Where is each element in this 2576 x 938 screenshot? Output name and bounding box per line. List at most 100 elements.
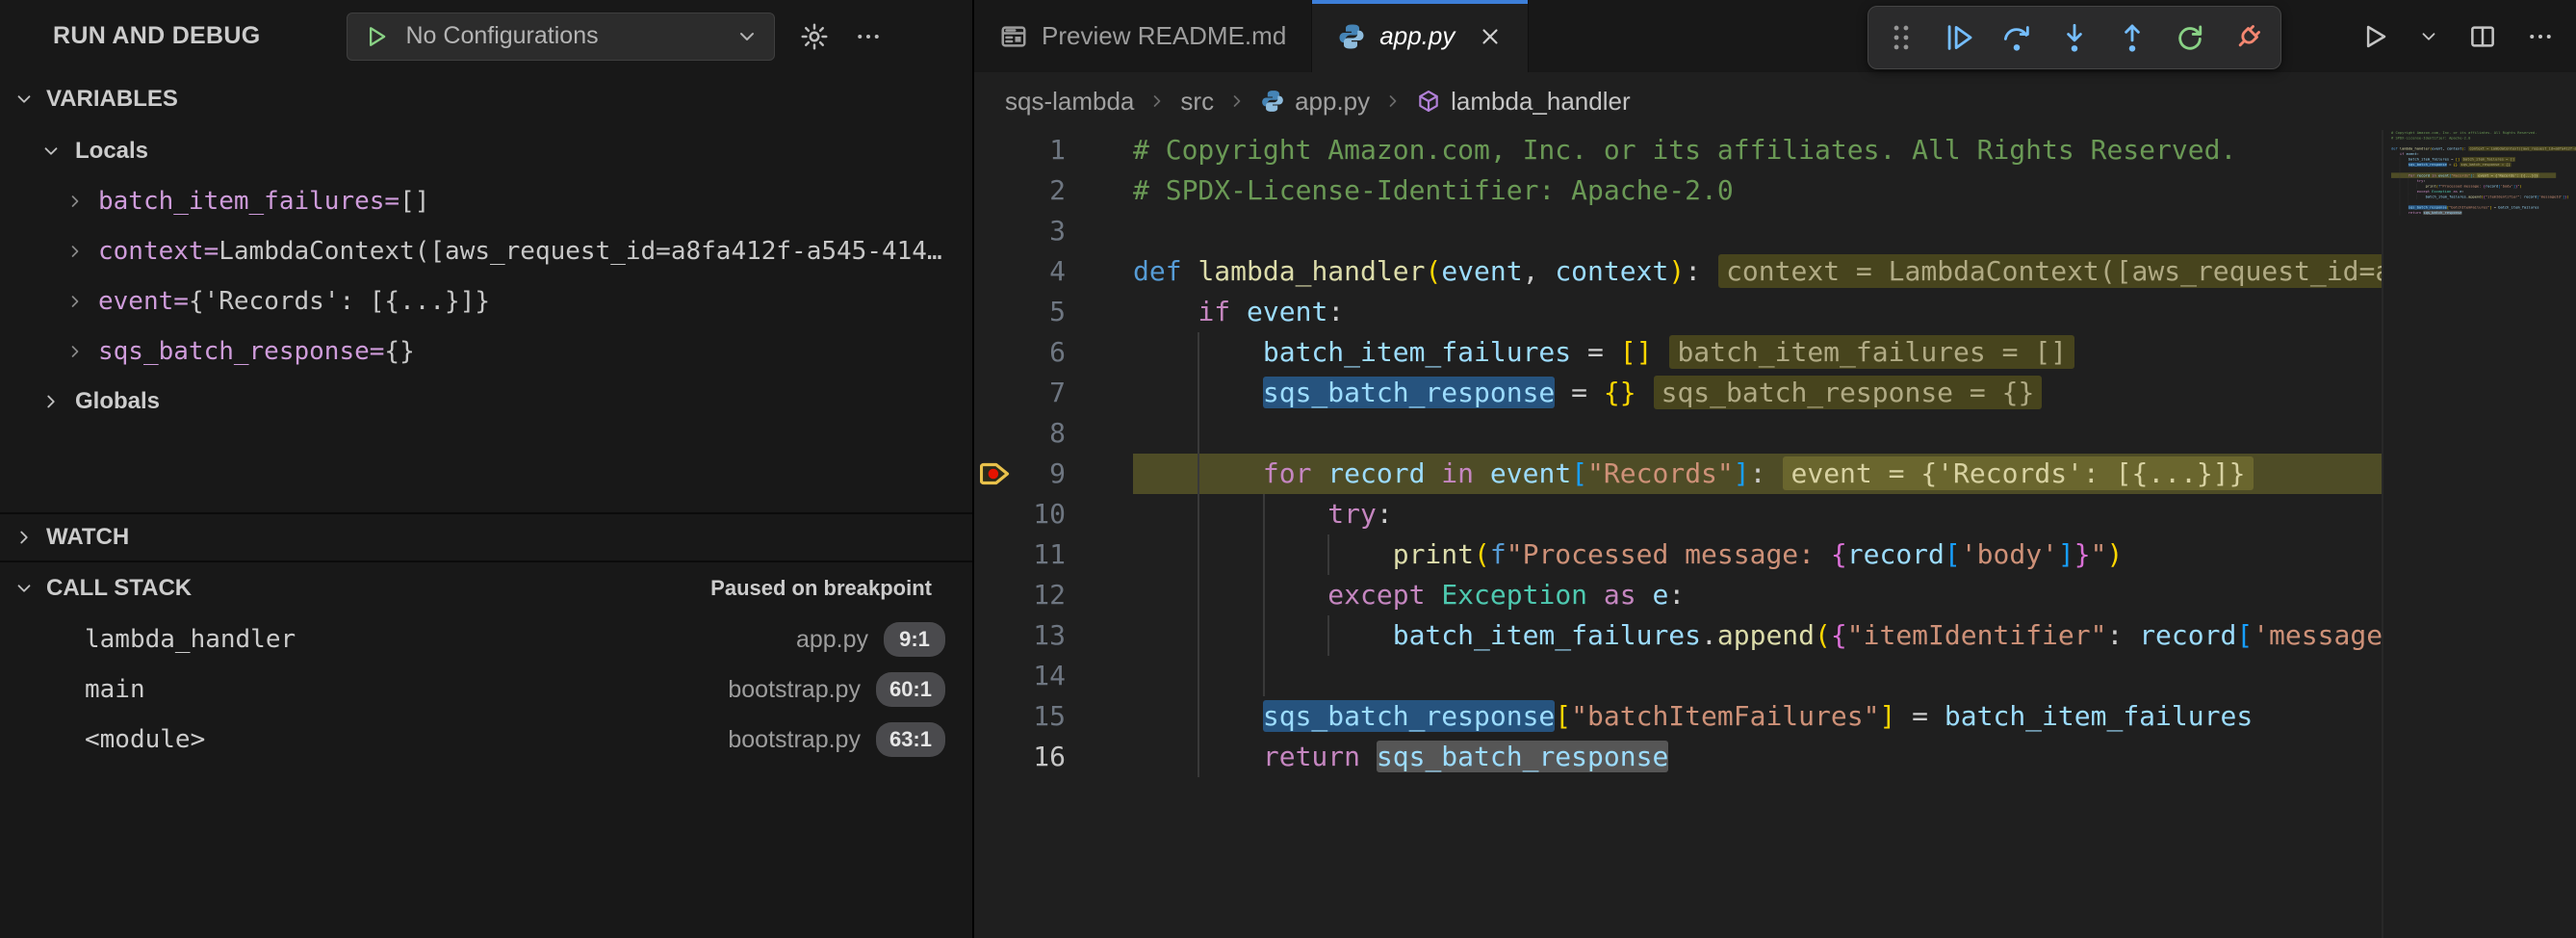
code-token: record <box>2417 173 2430 177</box>
vscode-window: RUN AND DEBUG No Configurations VARIABLE… <box>0 0 2576 938</box>
gutter-row[interactable]: 15 <box>974 696 1133 737</box>
gutter-row[interactable]: 3 <box>974 211 1133 251</box>
gear-icon[interactable] <box>800 22 829 51</box>
step-over-button[interactable] <box>1992 13 2042 63</box>
breadcrumb-item-src[interactable]: src <box>1180 87 1214 117</box>
toolbar-drag-handle[interactable] <box>1876 13 1926 63</box>
code-line-12[interactable]: except Exception as e: <box>1133 575 2382 615</box>
step-into-button[interactable] <box>2049 13 2099 63</box>
disconnect-icon <box>2231 21 2264 54</box>
gutter-row[interactable]: 12 <box>974 575 1133 615</box>
continue-button[interactable] <box>1934 13 1984 63</box>
gutter-row[interactable]: 10 <box>974 494 1133 534</box>
call-stack-section-header[interactable]: CALL STACK Paused on breakpoint <box>0 560 972 614</box>
debug-config-dropdown[interactable]: No Configurations <box>347 13 775 61</box>
more-actions-icon[interactable] <box>854 22 883 51</box>
code-line-3[interactable] <box>1133 211 2382 251</box>
code-token: sqs_batch_response <box>1377 741 1668 772</box>
step-out-button[interactable] <box>2107 13 2157 63</box>
gutter-row[interactable]: 16 <box>974 737 1133 777</box>
breadcrumb-item-lambda-handler[interactable]: lambda_handler <box>1416 87 1630 117</box>
code-token: except <box>2417 190 2433 194</box>
start-debug-icon[interactable] <box>363 23 390 50</box>
code-token: 'body' <box>2500 184 2512 188</box>
gear-icon[interactable] <box>800 22 829 51</box>
gutter-row[interactable]: 6 <box>974 332 1133 373</box>
indent-guide <box>1263 575 1265 615</box>
chevron-right-icon <box>65 342 85 361</box>
gutter-row[interactable]: 5 <box>974 292 1133 332</box>
chevron-down-icon <box>735 25 759 48</box>
code-line-6[interactable]: batch_item_failures = []batch_item_failu… <box>1133 332 2382 373</box>
gutter-row[interactable]: 13 <box>974 615 1133 656</box>
gutter-row[interactable]: 2 <box>974 170 1133 211</box>
restart-button[interactable] <box>2165 13 2215 63</box>
gutter-row[interactable]: 4 <box>974 251 1133 292</box>
code-line-11[interactable]: print(f"Processed message: {record['body… <box>1133 534 2382 575</box>
breadcrumb-item-sqs-lambda[interactable]: sqs-lambda <box>1005 87 1134 117</box>
watch-section-header[interactable]: WATCH <box>0 512 972 560</box>
variable-row[interactable]: context = LambdaContext([aws_request_id=… <box>0 226 972 276</box>
close-icon[interactable] <box>1478 24 1503 49</box>
stack-frame-row[interactable]: mainbootstrap.py60:1 <box>0 664 972 715</box>
code-line-5[interactable]: if event: <box>1133 292 2382 332</box>
code-token: print <box>2426 184 2436 188</box>
editor-more-actions-button[interactable] <box>2526 22 2555 51</box>
gutter-row[interactable]: 8 <box>974 413 1133 454</box>
code-token: : <box>2461 190 2463 194</box>
code-line-15[interactable]: sqs_batch_response["batchItemFailures"] … <box>1133 696 2382 737</box>
disconnect-button[interactable] <box>2223 13 2273 63</box>
code-line-14[interactable] <box>1133 656 2382 696</box>
code-token: def <box>2391 146 2400 150</box>
code-line-9[interactable]: for record in event["Records"]:event = {… <box>1133 454 2382 494</box>
code-editor[interactable]: 12345678910111213141516 # Copyright Amaz… <box>974 130 2576 938</box>
breadcrumb-item-app-py[interactable]: app.py <box>1260 87 1370 117</box>
tab-preview-readme-md[interactable]: Preview README.md <box>974 0 1312 72</box>
code-line-8[interactable] <box>1133 413 2382 454</box>
start-debug-icon[interactable] <box>363 23 390 50</box>
gutter-row[interactable]: 9 <box>974 454 1133 494</box>
stack-frame-row[interactable]: <module>bootstrap.py63:1 <box>0 715 972 765</box>
minimap[interactable]: # Copyright Amazon.com, Inc. or its affi… <box>2391 130 2576 823</box>
code-token: ) <box>2520 184 2522 188</box>
gutter-row[interactable]: 11 <box>974 534 1133 575</box>
chevron-right-icon <box>40 391 62 412</box>
variable-name: sqs_batch_response <box>98 337 370 366</box>
gutter-row[interactable]: 14 <box>974 656 1133 696</box>
code-line-7[interactable]: sqs_batch_response = {}sqs_batch_respons… <box>1133 373 2382 413</box>
tab-close-button[interactable] <box>1478 24 1503 49</box>
code-line-4[interactable]: def lambda_handler(event, context):conte… <box>1133 251 2382 292</box>
code-token: context <box>2447 146 2462 150</box>
run-dropdown-chevron[interactable] <box>2418 26 2439 47</box>
code-token: # SPDX-License-Identifier: Apache-2.0 <box>1133 174 1734 206</box>
code-content[interactable]: # Copyright Amazon.com, Inc. or its affi… <box>1133 130 2382 777</box>
gutter-row[interactable]: 7 <box>974 373 1133 413</box>
code-content[interactable]: # Copyright Amazon.com, Inc. or its affi… <box>2391 130 2556 216</box>
line-number: 6 <box>1049 332 1066 373</box>
code-token: record <box>1847 538 1945 570</box>
more-actions-icon[interactable] <box>854 22 883 51</box>
variable-row[interactable]: batch_item_failures = [] <box>0 176 972 226</box>
variable-row[interactable]: event = {'Records': [{...}]} <box>0 276 972 326</box>
code-token: , <box>1523 255 1556 287</box>
split-editor-button[interactable] <box>2468 22 2497 51</box>
line-number: 3 <box>1049 211 1066 251</box>
stack-frame-row[interactable]: lambda_handlerapp.py9:1 <box>0 614 972 664</box>
variable-row[interactable]: sqs_batch_response = {} <box>0 326 972 377</box>
code-token: 'messageId' <box>2253 619 2382 651</box>
scope-locals[interactable]: Locals <box>0 126 972 176</box>
code-line-10[interactable]: try: <box>1133 494 2382 534</box>
tab-app-py[interactable]: app.py <box>1312 0 1529 72</box>
editor-gutter[interactable]: 12345678910111213141516 <box>974 130 1133 777</box>
code-line-1[interactable]: # Copyright Amazon.com, Inc. or its affi… <box>1133 130 2382 170</box>
code-line-2[interactable]: # SPDX-License-Identifier: Apache-2.0 <box>1133 170 2382 211</box>
code-line-13[interactable]: batch_item_failures.append({"itemIdentif… <box>1133 615 2382 656</box>
run-button[interactable] <box>2360 22 2389 51</box>
variables-section-header[interactable]: VARIABLES <box>0 72 972 126</box>
code-token: : <box>2417 152 2419 156</box>
code-line-16[interactable]: return sqs_batch_response <box>1133 737 2382 777</box>
scope-globals[interactable]: Globals <box>0 377 972 427</box>
breakpoint-current-line-icon[interactable] <box>980 459 1017 488</box>
step-over-icon <box>2000 21 2033 54</box>
gutter-row[interactable]: 1 <box>974 130 1133 170</box>
